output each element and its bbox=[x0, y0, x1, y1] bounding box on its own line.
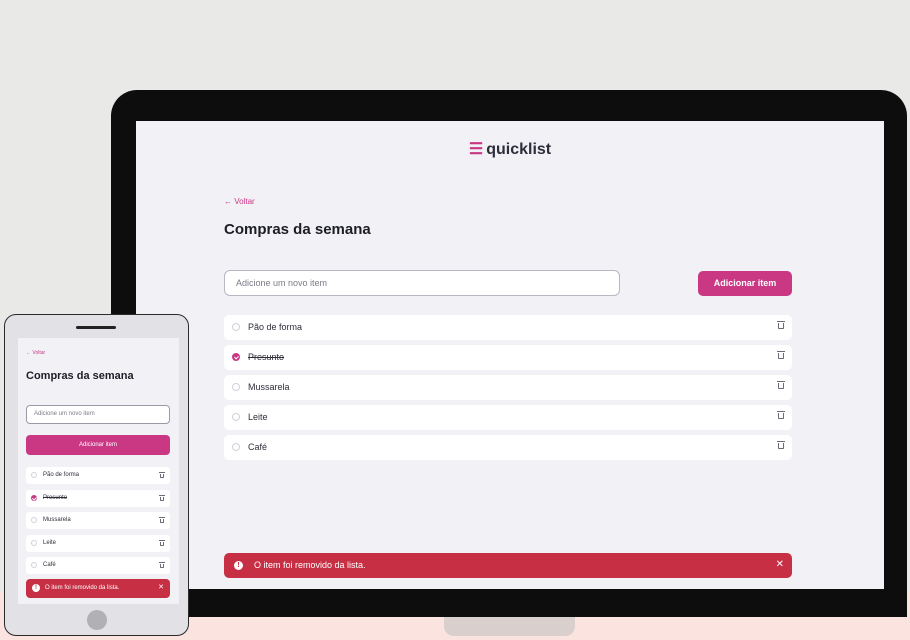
list-item: Leite bbox=[26, 534, 170, 552]
alert-icon: ! bbox=[234, 561, 243, 570]
back-link[interactable]: ← Voltar bbox=[26, 350, 45, 356]
close-icon[interactable]: ✕ bbox=[158, 583, 164, 591]
checkbox[interactable] bbox=[232, 413, 240, 421]
checkbox[interactable] bbox=[31, 472, 37, 478]
list-item: Café bbox=[26, 557, 170, 574]
trash-icon[interactable] bbox=[777, 381, 785, 389]
list-item: Pão de forma bbox=[26, 467, 170, 484]
list-item: Leite bbox=[224, 405, 792, 430]
item-label: Leite bbox=[248, 412, 268, 422]
logo-text: quicklist bbox=[486, 141, 552, 158]
removed-toast: ! O item foi removido da lista. ✕ bbox=[224, 553, 792, 578]
trash-icon[interactable] bbox=[159, 539, 165, 546]
checkbox[interactable] bbox=[232, 323, 240, 331]
checkbox[interactable] bbox=[31, 562, 37, 568]
checkbox-checked[interactable] bbox=[232, 353, 240, 361]
item-label: Café bbox=[248, 442, 268, 452]
toast-message: O item foi removido da lista. bbox=[45, 585, 120, 591]
item-label: Café bbox=[43, 562, 56, 568]
trash-icon[interactable] bbox=[159, 562, 165, 568]
add-item-button[interactable]: Adicionar item bbox=[26, 435, 170, 455]
phone-speaker bbox=[76, 326, 116, 329]
app-logo: ☰ quicklist bbox=[136, 139, 884, 159]
close-icon[interactable]: ✕ bbox=[776, 559, 784, 570]
trash-icon[interactable] bbox=[159, 472, 165, 478]
new-item-input[interactable]: Adicione um novo item bbox=[224, 270, 620, 296]
laptop-base bbox=[111, 601, 907, 617]
item-label: Pão de forma bbox=[248, 322, 303, 332]
list-item: Mussarela bbox=[224, 375, 792, 400]
checkbox-checked[interactable] bbox=[31, 494, 37, 501]
checkbox[interactable] bbox=[232, 443, 240, 451]
item-label: Pão de forma bbox=[43, 472, 80, 478]
phone-home-button bbox=[87, 610, 107, 630]
list-item: Mussarela bbox=[26, 512, 170, 529]
list-item: Pão de forma bbox=[224, 315, 792, 340]
page-title: Compras da semana bbox=[26, 370, 134, 382]
item-label: Mussarela bbox=[43, 517, 71, 523]
checkbox[interactable] bbox=[31, 517, 37, 523]
trash-icon[interactable] bbox=[777, 351, 785, 359]
checkbox[interactable] bbox=[31, 539, 37, 546]
item-list: Pão de forma Presunto Mussarela Leite Ca… bbox=[224, 315, 792, 465]
item-list: Pão de forma Presunto Mussarela Leite Ca… bbox=[26, 467, 170, 580]
toast-message: O item foi removido da lista. bbox=[254, 560, 366, 570]
removed-toast: ! O item foi removido da lista. ✕ bbox=[26, 579, 170, 598]
list-item: Café bbox=[224, 435, 792, 460]
list-item: Presunto bbox=[26, 489, 170, 507]
back-link[interactable]: ← Voltar bbox=[224, 197, 255, 206]
list-item: Presunto bbox=[224, 345, 792, 370]
trash-icon[interactable] bbox=[159, 517, 165, 523]
checkbox[interactable] bbox=[232, 383, 240, 391]
trash-icon[interactable] bbox=[777, 441, 785, 449]
item-label: Leite bbox=[43, 539, 57, 546]
trash-icon[interactable] bbox=[777, 321, 785, 329]
add-item-button[interactable]: Adicionar item bbox=[698, 271, 792, 296]
trash-icon[interactable] bbox=[159, 494, 165, 501]
trash-icon[interactable] bbox=[777, 411, 785, 419]
desktop-screen: ☰ quicklist ← Voltar Compras da semana Ad… bbox=[136, 121, 884, 589]
page-title: Compras da semana bbox=[224, 221, 371, 238]
new-item-input[interactable]: Adicione um novo item bbox=[26, 405, 170, 424]
laptop-notch bbox=[444, 617, 575, 636]
alert-icon: ! bbox=[32, 584, 40, 592]
item-label: Mussarela bbox=[248, 382, 290, 392]
logo-icon: ☰ bbox=[468, 141, 484, 158]
mobile-screen: ← Voltar Compras da semana Adicione um n… bbox=[18, 338, 179, 604]
item-label: Presunto bbox=[248, 352, 285, 362]
item-label: Presunto bbox=[43, 494, 68, 501]
